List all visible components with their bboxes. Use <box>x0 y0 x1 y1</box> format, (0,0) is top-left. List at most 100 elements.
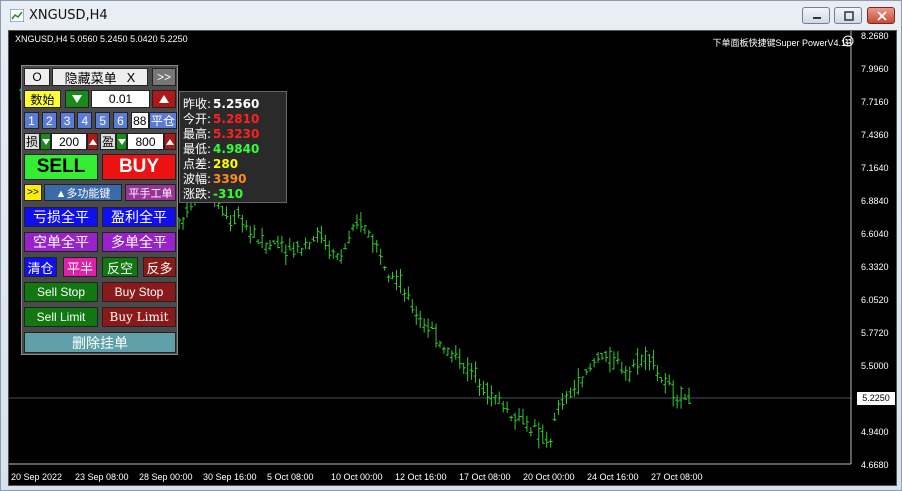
ohlc-bar <box>382 265 387 271</box>
ohlc-bar <box>623 365 628 381</box>
quick-lot-button-6[interactable]: 6 <box>113 112 128 129</box>
quick-lot-button-3[interactable]: 3 <box>59 112 75 129</box>
price-tick-label: 7.1640 <box>861 163 889 173</box>
ohlc-bar <box>576 368 581 395</box>
sl-decrease-button[interactable] <box>40 133 51 150</box>
reverse-short-button[interactable]: 反空 <box>102 257 138 277</box>
ohlc-bar <box>220 205 225 217</box>
close-loss-button[interactable]: 亏损全平 <box>24 207 98 227</box>
tp-increase-button[interactable] <box>164 133 176 150</box>
up-arrow-icon <box>88 138 97 145</box>
ohlc-bar <box>181 217 186 230</box>
ohlc-bar <box>441 346 446 354</box>
manual-close-button[interactable]: 平手工单 <box>125 184 176 201</box>
ohlc-bar <box>548 438 553 448</box>
sell-button[interactable]: SELL <box>24 154 98 180</box>
ohlc-bar <box>378 248 383 265</box>
close-window-button[interactable] <box>867 7 895 24</box>
buy-limit-button[interactable]: Buy Limit <box>102 307 176 327</box>
reverse-long-button[interactable]: 反多 <box>143 257 176 277</box>
ohlc-bar <box>418 310 423 329</box>
clear-all-button[interactable]: 清仓 <box>24 257 57 277</box>
price-tick-label: 6.8840 <box>861 196 889 206</box>
ohlc-bar <box>386 274 391 283</box>
time-tick-label: 27 Oct 08:00 <box>651 472 703 482</box>
sell-limit-button[interactable]: Sell Limit <box>24 307 98 327</box>
ohlc-bar <box>659 376 664 384</box>
o-button[interactable]: O <box>24 68 50 86</box>
smiley-icon <box>842 35 854 47</box>
up-arrow-icon <box>166 138 174 145</box>
time-tick-label: 30 Sep 16:00 <box>203 472 257 482</box>
ohlc-bar <box>461 362 466 374</box>
minimize-button[interactable] <box>802 7 830 24</box>
quick-lot-button-88[interactable]: 88 <box>130 112 149 129</box>
ohlc-bar <box>351 223 356 232</box>
ohlc-bar <box>402 288 407 302</box>
price-tick-label: 6.0520 <box>861 295 889 305</box>
close-profit-button[interactable]: 盈利全平 <box>102 207 176 227</box>
sl-increase-button[interactable] <box>87 133 98 150</box>
lot-decrease-button[interactable] <box>65 90 89 108</box>
ohlc-bar <box>449 350 454 363</box>
ohlc-bar <box>275 235 280 249</box>
ohlc-bar <box>513 412 518 430</box>
ohlc-bar <box>489 385 494 407</box>
ohlc-bar <box>469 363 474 380</box>
quantity-button[interactable]: 数始 <box>24 90 61 108</box>
quick-lot-button-2[interactable]: 2 <box>41 112 57 129</box>
ohlc-bar <box>517 408 522 422</box>
info-value: 5.2560 <box>213 97 260 111</box>
ohlc-bar <box>271 240 276 245</box>
ohlc-bar <box>264 242 269 254</box>
close-long-button[interactable]: 多单全平 <box>102 232 176 252</box>
info-label: 今开: <box>183 112 212 126</box>
ohlc-bar <box>568 387 573 398</box>
ohlc-bar <box>588 363 593 372</box>
ohlc-bar <box>224 206 229 220</box>
ohlc-bar <box>311 235 316 242</box>
close-position-button[interactable]: 平仓 <box>149 112 177 129</box>
quick-lot-button-5[interactable]: 5 <box>95 112 111 129</box>
multi-function-button[interactable]: ▲多功能键 <box>44 184 122 201</box>
ohlc-bar <box>315 227 320 243</box>
ohlc-bar <box>556 400 561 415</box>
lot-increase-button[interactable] <box>152 90 176 108</box>
close-half-button[interactable]: 平半 <box>63 257 97 277</box>
close-short-button[interactable]: 空单全平 <box>24 232 98 252</box>
time-tick-label: 17 Oct 08:00 <box>459 472 511 482</box>
sell-stop-button[interactable]: Sell Stop <box>24 282 98 302</box>
quick-lot-button-4[interactable]: 4 <box>77 112 93 129</box>
buy-stop-button[interactable]: Buy Stop <box>102 282 176 302</box>
maximize-button[interactable] <box>834 7 862 24</box>
chart-area[interactable]: XNGUSD,H4 5.0560 5.2450 5.0420 5.2250 下单… <box>8 30 897 486</box>
hide-menu-button[interactable]: 隐藏菜单 X <box>52 68 148 86</box>
ohlc-bar <box>287 237 292 251</box>
tp-decrease-button[interactable] <box>116 133 127 150</box>
more-button[interactable]: >> <box>24 184 42 201</box>
ohlc-bar <box>655 364 660 382</box>
symbol-ohlc-line: XNGUSD,H4 5.0560 5.2450 5.0420 5.2250 <box>15 34 188 44</box>
ohlc-bar <box>611 351 616 370</box>
price-tick-label: 6.6040 <box>861 229 889 239</box>
time-tick-label: 5 Oct 08:00 <box>267 472 314 482</box>
ohlc-bar <box>675 394 680 409</box>
quick-lot-button-1[interactable]: 1 <box>24 112 39 129</box>
info-row: 涨跌: -310 <box>183 185 243 202</box>
price-info-box: 昨收: 5.2560 今开: 5.2810 最高: 5.3230 最低: 4.9840 点差: 2… <box>179 91 287 203</box>
ohlc-bar <box>615 351 620 365</box>
delete-pending-button[interactable]: 删除挂单 <box>24 332 176 353</box>
buy-button[interactable]: BUY <box>102 154 176 180</box>
expand-button[interactable]: >> <box>152 68 176 86</box>
ohlc-bar <box>394 269 399 291</box>
ohlc-bar <box>422 318 427 333</box>
time-tick-label: 10 Oct 00:00 <box>331 472 383 482</box>
take-profit-input[interactable]: 800 <box>127 133 164 150</box>
time-tick-label: 24 Oct 16:00 <box>587 472 639 482</box>
terminal-window: XNGUSD,H4 XNGUSD,H4 5.0560 5.2450 5.0420… <box>0 0 902 491</box>
ohlc-bar <box>663 372 668 394</box>
lot-input[interactable]: 0.01 <box>91 90 150 108</box>
ohlc-bar <box>477 378 482 396</box>
stop-loss-input[interactable]: 200 <box>51 133 87 150</box>
close-panel-label: X <box>126 69 136 85</box>
